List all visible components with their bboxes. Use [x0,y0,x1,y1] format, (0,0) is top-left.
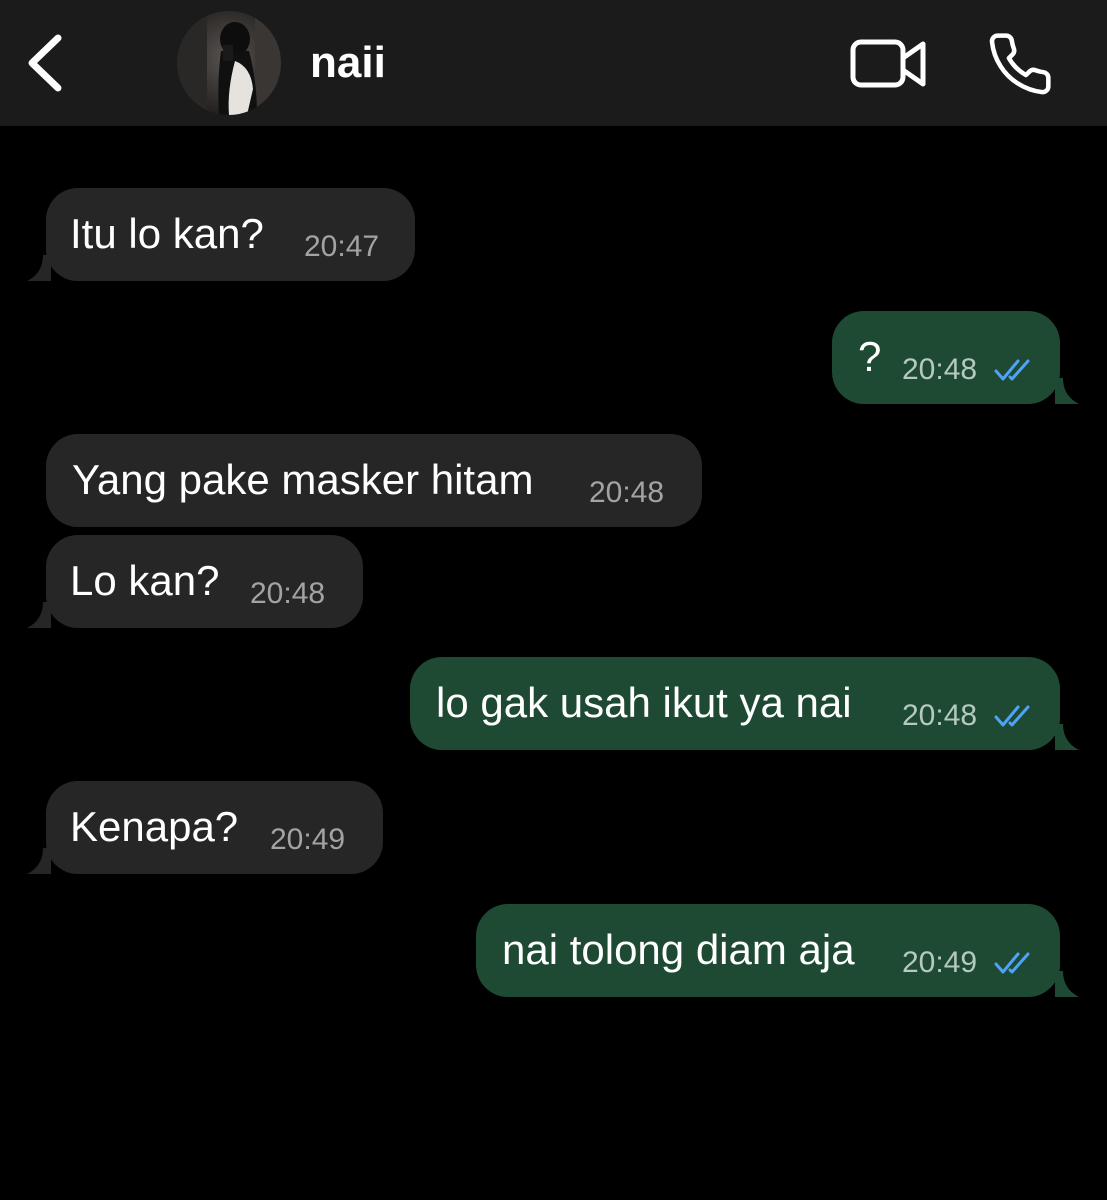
message-text: Itu lo kan? [70,210,264,257]
voice-call-button[interactable] [986,30,1054,98]
message-bubble-incoming[interactable]: Lo kan? 20:48 [27,535,363,628]
video-call-button[interactable] [848,36,930,92]
back-button[interactable] [18,28,78,98]
message-text: Lo kan? [70,557,220,604]
message-text: Kenapa? [70,803,239,850]
message-text: nai tolong diam aja [502,926,855,973]
message-text: ? [858,333,882,380]
bubble-tail [27,848,51,874]
message-time: 20:49 [270,823,346,856]
message-bubble-incoming[interactable]: Yang pake masker hitam 20:48 [46,434,702,527]
avatar[interactable] [177,11,281,115]
message-time: 20:48 [589,476,665,509]
bubble-tail [1055,971,1079,997]
read-receipt-icon [994,952,1030,974]
message-bubble-outgoing[interactable]: nai tolong diam aja 20:49 [476,904,1079,997]
video-camera-icon [850,39,926,88]
message-text: Yang pake masker hitam [72,456,534,503]
chat-header: naii [0,0,1107,126]
message-time: 20:48 [902,699,978,732]
message-time: 20:49 [902,946,978,979]
message-bubble-incoming[interactable]: Itu lo kan? 20:47 [27,188,415,281]
message-text: lo gak usah ikut ya nai [436,679,852,726]
phone-icon [989,33,1051,95]
message-bubble-outgoing[interactable]: lo gak usah ikut ya nai 20:48 [410,657,1079,750]
message-bubble-outgoing[interactable]: ? 20:48 [832,311,1079,404]
chevron-left-icon [28,34,62,92]
bubble-tail [27,255,51,281]
contact-name[interactable]: naii [310,38,386,88]
read-receipt-icon [994,705,1030,727]
message-time: 20:48 [250,577,326,610]
bubble-tail [27,602,51,628]
message-time: 20:48 [902,353,978,386]
read-receipt-icon [994,359,1030,381]
message-time: 20:47 [304,230,380,263]
bubble-tail [1055,724,1079,750]
bubble-tail [1055,378,1079,404]
message-bubble-incoming[interactable]: Kenapa? 20:49 [27,781,383,874]
